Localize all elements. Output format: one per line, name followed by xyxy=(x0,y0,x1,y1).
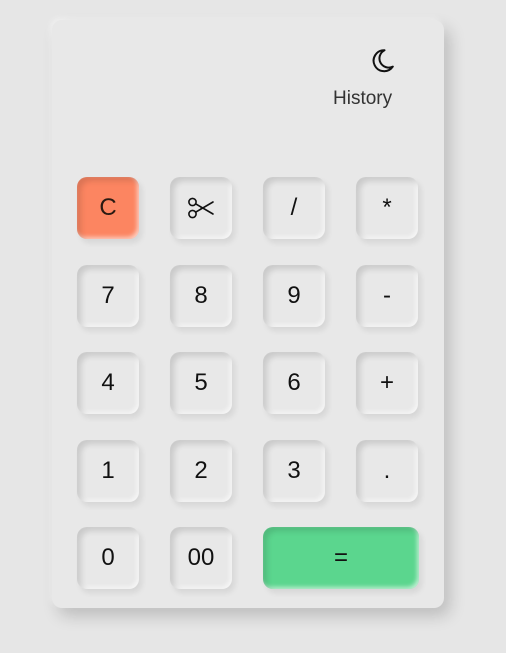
digit-0-button[interactable]: 0 xyxy=(77,527,139,589)
display-value xyxy=(76,130,420,170)
theme-toggle-button[interactable] xyxy=(369,47,395,75)
divide-button[interactable]: / xyxy=(263,177,325,239)
digit-7-button[interactable]: 7 xyxy=(77,265,139,327)
digit-3-button[interactable]: 3 xyxy=(263,440,325,502)
digit-4-button[interactable]: 4 xyxy=(77,352,139,414)
digit-2-button[interactable]: 2 xyxy=(170,440,232,502)
decimal-button[interactable]: . xyxy=(356,440,418,502)
cut-button[interactable] xyxy=(170,177,232,239)
minus-button[interactable]: - xyxy=(356,265,418,327)
multiply-button[interactable]: * xyxy=(356,177,418,239)
digit-8-button[interactable]: 8 xyxy=(170,265,232,327)
clear-button[interactable]: C xyxy=(77,177,139,239)
plus-button[interactable]: + xyxy=(356,352,418,414)
history-link[interactable]: History xyxy=(333,88,392,110)
equals-button[interactable]: = xyxy=(263,527,419,589)
scissors-icon xyxy=(188,197,214,219)
digit-6-button[interactable]: 6 xyxy=(263,352,325,414)
digit-5-button[interactable]: 5 xyxy=(170,352,232,414)
double-zero-button[interactable]: 00 xyxy=(170,527,232,589)
digit-1-button[interactable]: 1 xyxy=(77,440,139,502)
moon-icon xyxy=(372,49,394,73)
calculator: History C / * 7 8 9 - 4 5 6 + 1 2 3 . 0 … xyxy=(52,20,444,608)
digit-9-button[interactable]: 9 xyxy=(263,265,325,327)
